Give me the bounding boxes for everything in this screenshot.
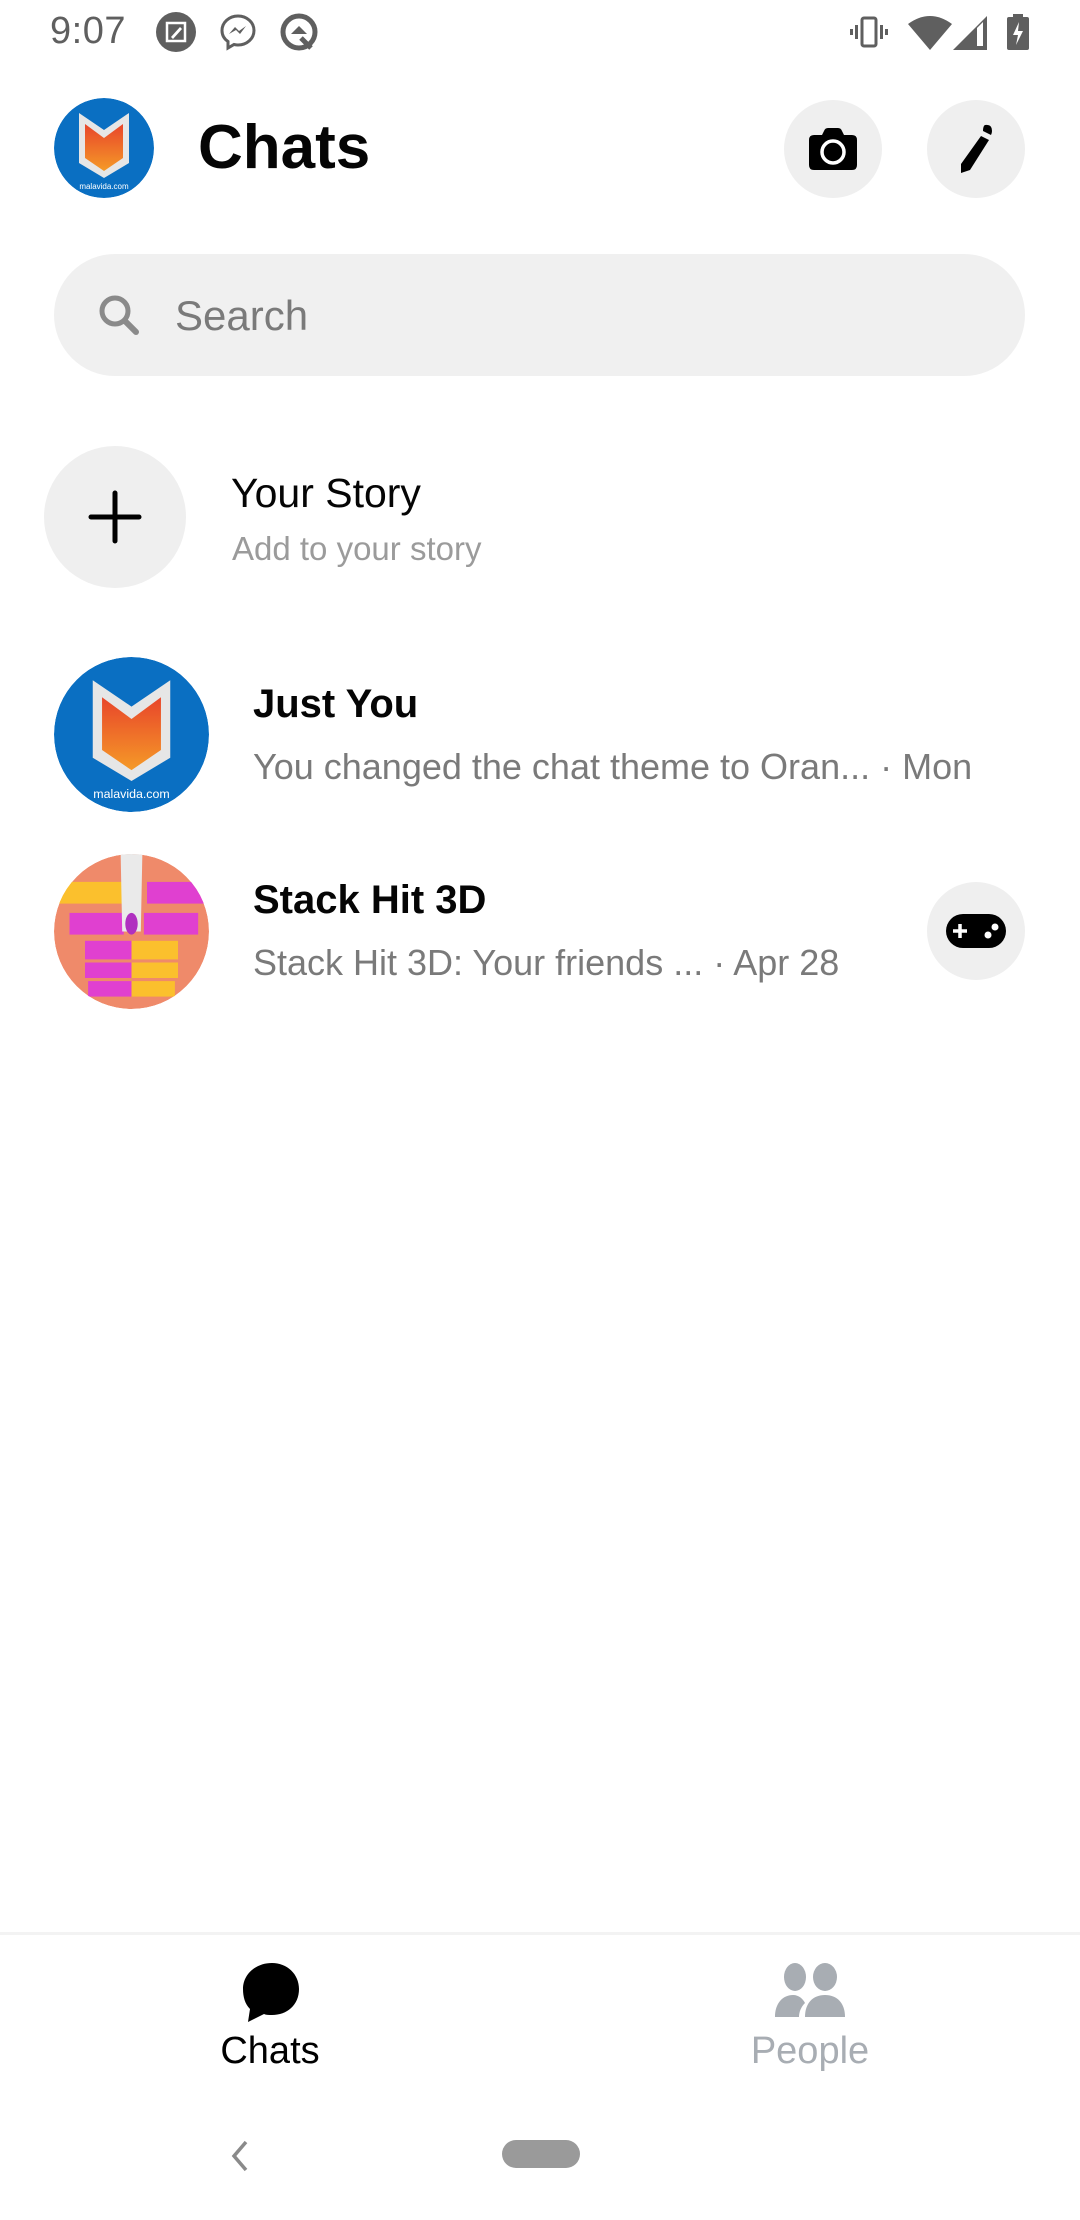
play-game-button[interactable] — [927, 882, 1025, 980]
battery-charging-icon — [1007, 14, 1029, 50]
system-home-pill[interactable] — [502, 2140, 580, 2168]
plus-icon — [88, 490, 142, 544]
pencil-icon — [961, 124, 992, 173]
search-placeholder: Search — [175, 292, 309, 339]
svg-text:malavida.com: malavida.com — [93, 787, 169, 801]
separator: · — [713, 942, 726, 983]
chat-preview: You changed the chat theme to Oran... — [253, 746, 871, 787]
tab-chats[interactable]: Chats — [0, 1935, 540, 2075]
status-time: 9:07 — [50, 10, 126, 52]
malavida-logo-icon: malavida.com — [54, 657, 209, 812]
compose-button[interactable] — [927, 100, 1025, 198]
chat-time: Apr 28 — [733, 942, 840, 983]
page-title: Chats — [198, 113, 371, 182]
add-story-button[interactable] — [44, 446, 186, 588]
chat-time: Mon — [902, 746, 973, 787]
chat-preview-row: You changed the chat theme to Oran... · … — [253, 746, 972, 788]
chat-name: Just You — [253, 682, 419, 726]
cell-signal-icon — [953, 16, 987, 50]
stack-hit-game-icon — [54, 854, 209, 1009]
profile-avatar[interactable]: malavida.com — [54, 98, 154, 198]
malavida-logo-icon: malavida.com — [54, 98, 154, 198]
chat-avatar — [54, 854, 209, 1009]
system-back-icon[interactable] — [228, 2138, 252, 2174]
tab-people-label: People — [750, 2030, 870, 2072]
chat-name: Stack Hit 3D — [253, 878, 487, 922]
game-controller-icon — [946, 914, 1006, 948]
screenshot-edit-icon — [156, 12, 196, 52]
chat-preview: Stack Hit 3D: Your friends ... — [253, 942, 704, 983]
vibrate-icon — [850, 16, 888, 48]
search-icon — [99, 295, 139, 335]
story-subtitle: Add to your story — [232, 530, 482, 567]
people-icon — [775, 1963, 845, 2017]
camera-button[interactable] — [784, 100, 882, 198]
tab-people[interactable]: People — [540, 1935, 1080, 2075]
chat-avatar: malavida.com — [54, 657, 209, 812]
wifi-icon — [908, 16, 952, 50]
android-q-icon — [280, 13, 318, 51]
svg-text:malavida.com: malavida.com — [79, 182, 129, 191]
separator: · — [880, 746, 893, 787]
chat-bubble-icon — [243, 1963, 299, 2022]
messenger-icon — [220, 14, 256, 51]
tab-chats-label: Chats — [220, 2030, 320, 2072]
story-title[interactable]: Your Story — [231, 470, 421, 517]
chat-preview-row: Stack Hit 3D: Your friends ... · Apr 28 — [253, 942, 839, 984]
camera-icon — [809, 128, 857, 170]
